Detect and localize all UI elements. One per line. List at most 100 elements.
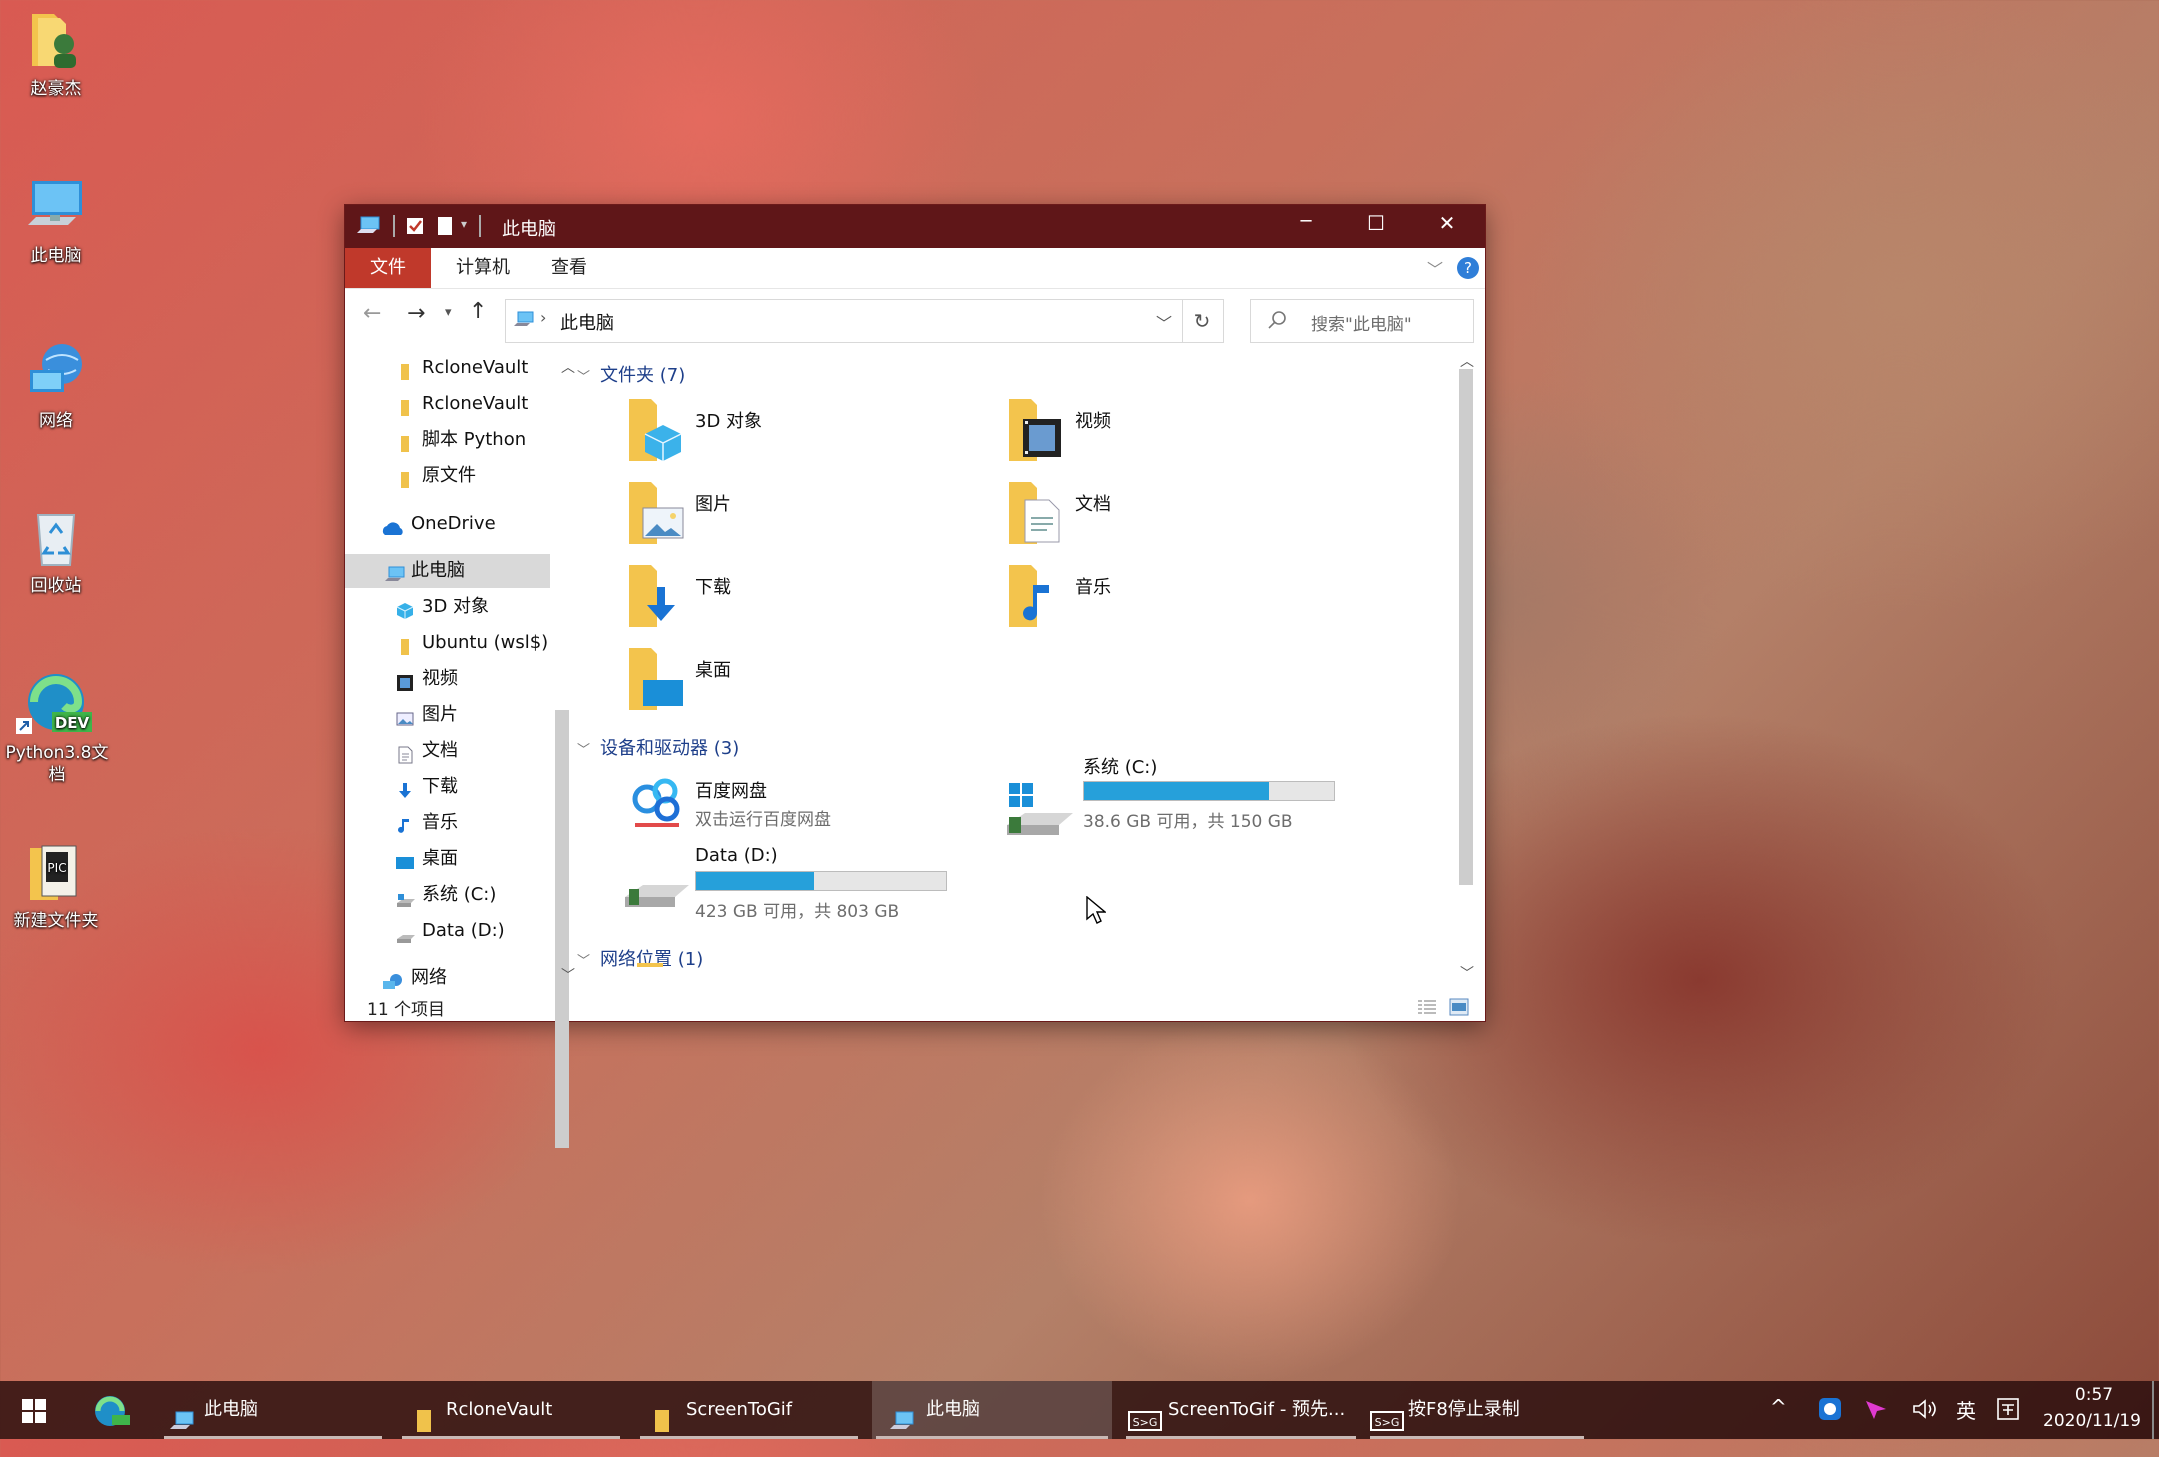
divider [393,215,395,237]
nav-item-python-scripts[interactable]: 脚本 Python [345,423,550,457]
new-folder-icon[interactable] [437,216,453,236]
nav-item-rclonevault[interactable]: RcloneVault [345,387,550,421]
nav-item-onedrive[interactable]: OneDrive [345,507,550,541]
drive-item-baidu-netdisk[interactable]: 百度网盘 双击运行百度网盘 [625,763,965,843]
volume-icon[interactable] [1912,1397,1938,1421]
drive-item-c[interactable]: 系统 (C:) 38.6 GB 可用，共 150 GB [1005,753,1365,843]
help-button[interactable]: ? [1457,257,1479,279]
taskbar-item-screentogif-preview[interactable]: S>G ScreenToGif - 预先... [1122,1381,1360,1439]
nav-item-pictures[interactable]: 图片 [345,698,550,732]
desktop-icon-label: 回收站 [30,576,82,596]
desktop-icon-user[interactable]: 赵豪杰 [2,8,110,100]
svg-text:S>G: S>G [1375,1416,1400,1429]
breadcrumb[interactable]: 此电脑 [560,309,614,335]
nav-item-3d-objects[interactable]: 3D 对象 [345,590,550,624]
scroll-down-arrow[interactable]: ﹀ [1460,963,1474,983]
search-input[interactable]: 搜索"此电脑" [1250,299,1474,343]
taskbar-item-this-pc[interactable]: 此电脑 [160,1381,386,1439]
desktop-icon-python-docs[interactable]: DEV Python3.8文档 [2,672,110,786]
edge-dev-taskbar-icon[interactable] [92,1393,132,1429]
ime-mode-icon[interactable] [1996,1397,2020,1421]
status-bar: 11 个项目 [345,991,1485,1021]
tray-app-icon[interactable] [1818,1397,1842,1421]
computer-icon [514,311,534,329]
breadcrumb-separator[interactable]: › [540,308,546,327]
close-button[interactable]: ✕ [1432,211,1462,241]
title-bar[interactable]: ▾ 此电脑 ─ ☐ ✕ [345,205,1485,248]
folder-item-desktop[interactable]: 桌面 [625,644,995,724]
chevron-down-icon: ﹀ [577,370,591,385]
scroll-down-arrow[interactable]: ﹀ [561,965,575,985]
nav-item-rclonevault[interactable]: RcloneVault [345,351,550,385]
scroll-up-arrow[interactable]: ︿ [1460,351,1474,371]
properties-icon[interactable] [405,216,425,236]
large-icons-view-icon[interactable] [1449,998,1469,1016]
desktop-icon-recycle-bin[interactable]: 回收站 [2,505,110,597]
taskbar-item-recorder[interactable]: S>G 按F8停止录制 [1366,1381,1588,1439]
folder-item-pictures[interactable]: 图片 [625,478,995,558]
nav-scrollbar-thumb[interactable] [555,710,569,1148]
computer-icon [385,562,405,581]
up-button[interactable]: ↑ [469,299,487,324]
folder-item-3d-objects[interactable]: 3D 对象 [625,395,995,475]
folder-item-videos[interactable]: 视频 [1005,395,1375,475]
pen-tray-icon[interactable] [1864,1397,1888,1421]
desktop-icon-this-pc[interactable]: 此电脑 [2,175,110,267]
divider [479,215,481,237]
clock-date[interactable]: 2020/11/19 [2034,1411,2150,1431]
nav-item-documents[interactable]: 文档 [345,734,550,768]
nav-item-music[interactable]: 音乐 [345,806,550,840]
taskbar-item-rclonevault[interactable]: RcloneVault [398,1381,624,1439]
tab-view[interactable]: 查看 [537,248,601,288]
window-title: 此电脑 [502,219,556,240]
content-scrollbar-thumb[interactable] [1459,369,1473,885]
windows-start-icon[interactable] [22,1399,46,1423]
details-view-icon[interactable] [1417,999,1437,1015]
section-header-network[interactable]: ﹀ 网络位置 (1) [577,945,703,971]
tab-file[interactable]: 文件 [345,248,431,288]
desktop-icon-network[interactable]: 网络 [2,340,110,432]
drive-icon [396,922,415,943]
nav-item-drive-d[interactable]: Data (D:) [345,914,550,948]
show-desktop-button[interactable] [2152,1381,2154,1439]
nav-item-network[interactable]: 网络 [345,961,550,995]
taskbar-item-this-pc-active[interactable]: 此电脑 [872,1381,1112,1439]
document-icon [1005,478,1065,548]
show-hidden-icons-button[interactable]: ^ [1770,1395,1787,1419]
nav-item-original-files[interactable]: 原文件 [345,459,550,493]
nav-item-downloads[interactable]: 下载 [345,770,550,804]
recent-locations-icon[interactable]: ▾ [445,305,452,320]
back-button[interactable]: ← [363,301,381,326]
cloud-icon [381,515,405,535]
nav-item-desktop[interactable]: 桌面 [345,842,550,876]
nav-item-videos[interactable]: 视频 [345,662,550,696]
folder-item-downloads[interactable]: 下载 [625,561,995,641]
section-header-folders[interactable]: ﹀ 文件夹 (7) [577,361,685,387]
section-header-devices[interactable]: ﹀ 设备和驱动器 (3) [577,734,739,760]
nav-item-this-pc[interactable]: 此电脑 [345,554,550,588]
folder-item-music[interactable]: 音乐 [1005,561,1375,641]
tab-computer[interactable]: 计算机 [443,248,523,288]
chevron-down-icon[interactable]: ▾ [461,217,467,231]
taskbar-item-screentogif[interactable]: ScreenToGif [636,1381,862,1439]
forward-button[interactable]: → [407,301,425,326]
nav-item-drive-c[interactable]: 系统 (C:) [345,878,550,912]
chevron-down-icon[interactable]: ﹀ [1427,256,1443,280]
clock-time[interactable]: 0:57 [2052,1385,2136,1405]
chevron-down-icon[interactable]: ﹀ [1156,310,1172,334]
nav-item-ubuntu[interactable]: Ubuntu (wsl$) [345,626,550,660]
address-row: ← → ▾ ↑ › 此电脑 ﹀ ↻ 搜索"此电脑" [345,289,1485,343]
input-method-indicator[interactable]: 英 [1956,1395,1976,1424]
drive-item-d[interactable]: Data (D:) 423 GB 可用，共 803 GB [625,845,965,935]
folder-item-documents[interactable]: 文档 [1005,478,1375,558]
folder-icon [396,634,414,655]
refresh-button[interactable]: ↻ [1181,299,1224,343]
minimize-button[interactable]: ─ [1291,211,1321,241]
maximize-button[interactable]: ☐ [1361,211,1391,241]
desktop-icon-new-folder[interactable]: PIC 新建文件夹 [2,840,110,932]
content-pane: ﹀ 文件夹 (7) 3D 对象 视频 图片 文档 下载 音乐 桌面 ﹀ 设备和驱… [577,345,1457,970]
network-location-icon [637,963,663,967]
scroll-up-arrow[interactable]: ︿ [561,357,575,377]
address-bar[interactable]: › 此电脑 ﹀ [505,299,1183,343]
music-icon [1005,561,1065,631]
